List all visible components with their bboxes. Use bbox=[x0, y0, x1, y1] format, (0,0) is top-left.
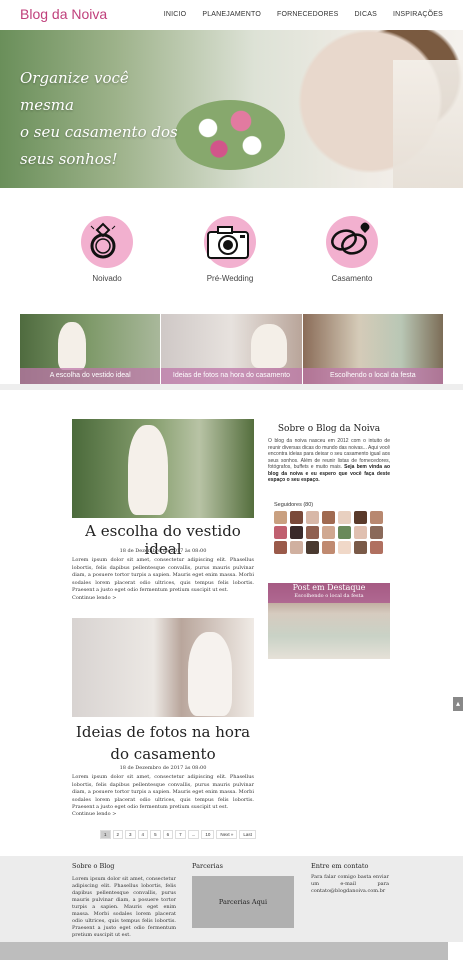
bride-figure bbox=[188, 632, 232, 716]
site-logo[interactable]: Blog da Noiva bbox=[20, 6, 107, 22]
follower-avatar[interactable] bbox=[354, 526, 367, 539]
featured-post-title: Post em Destaque bbox=[292, 583, 366, 592]
footer-contact-text: Para falar comigo basta enviar um e-mail… bbox=[311, 874, 389, 894]
post-image[interactable] bbox=[72, 419, 254, 518]
nav-dicas[interactable]: DICAS bbox=[355, 11, 377, 18]
hero-veil-image bbox=[393, 60, 463, 188]
bride-figure bbox=[128, 425, 168, 515]
category-casamento[interactable]: Casamento bbox=[312, 216, 392, 283]
bride-figure bbox=[58, 322, 86, 370]
section-divider bbox=[0, 384, 463, 390]
page-link[interactable]: 6 bbox=[162, 830, 174, 839]
sidebar-about: O blog da noiva nasceu em 2012 com o int… bbox=[268, 438, 390, 484]
followers-grid bbox=[274, 511, 384, 554]
nav-inspiracoes[interactable]: INSPIRAÇÕES bbox=[393, 11, 443, 18]
bouquet-image bbox=[175, 100, 285, 170]
category-label: Casamento bbox=[331, 274, 373, 283]
nav-planejamento[interactable]: PLANEJAMENTO bbox=[202, 11, 261, 18]
category-label: Pré-Wedding bbox=[206, 274, 254, 283]
follower-avatar[interactable] bbox=[274, 511, 287, 524]
thumb-caption: Escolhendo o local da festa bbox=[302, 368, 443, 384]
follower-avatar[interactable] bbox=[370, 526, 383, 539]
page-link[interactable]: Last bbox=[239, 830, 256, 839]
category-icons: Noivado Pré-Wedding Casamento bbox=[0, 188, 463, 314]
wedding-rings-icon bbox=[326, 216, 378, 268]
follower-avatar[interactable] bbox=[354, 541, 367, 554]
post-excerpt: Lorem ipsum dolor sit amet, consectetur … bbox=[72, 774, 254, 810]
featured-thumbnails: A escolha do vestido ideal Ideias de fot… bbox=[20, 314, 443, 384]
follower-avatar[interactable] bbox=[306, 541, 319, 554]
post-title-line: Ideias de fotos na hora bbox=[75, 723, 251, 741]
thumb-fotos[interactable]: Ideias de fotos na hora do casamento bbox=[161, 314, 302, 384]
continue-reading-link[interactable]: Continue lendo > bbox=[72, 595, 116, 601]
followers-label: Seguidores (80) bbox=[274, 502, 314, 508]
post-excerpt: Lorem ipsum dolor sit amet, consectetur … bbox=[72, 557, 254, 593]
scroll-up-icon[interactable]: ▴ bbox=[453, 697, 463, 711]
nav-fornecedores[interactable]: FORNECEDORES bbox=[277, 11, 339, 18]
page-link[interactable]: 5 bbox=[150, 830, 161, 839]
hero-line-2: o seu casamento dos bbox=[20, 123, 178, 141]
follower-avatar[interactable] bbox=[274, 541, 287, 554]
page-link[interactable]: 10 bbox=[201, 830, 215, 839]
footer-contact-title: Entre em contato bbox=[311, 862, 369, 870]
bride-figure bbox=[251, 324, 288, 368]
footer-about-text: Lorem ipsum dolor sit amet, consectetur … bbox=[72, 876, 176, 938]
featured-post[interactable]: Post em Destaque Escolhendo o local da f… bbox=[268, 583, 390, 659]
featured-post-subtitle: Escolhendo o local da festa bbox=[294, 593, 364, 599]
thumb-festa[interactable]: Escolhendo o local da festa bbox=[302, 314, 443, 384]
category-noivado[interactable]: Noivado bbox=[67, 216, 147, 283]
main-nav: INICIO PLANEJAMENTO FORNECEDORES DICAS I… bbox=[164, 11, 443, 18]
follower-avatar[interactable] bbox=[322, 511, 335, 524]
follower-avatar[interactable] bbox=[290, 526, 303, 539]
featured-post-header: Post em Destaque Escolhendo o local da f… bbox=[268, 583, 390, 603]
follower-avatar[interactable] bbox=[290, 541, 303, 554]
post-date: 18 de Dezembro de 2017 às 08:00 bbox=[119, 765, 207, 771]
hero-banner: Organize você mesma o seu casamento dos … bbox=[0, 30, 463, 188]
thumb-caption: A escolha do vestido ideal bbox=[20, 368, 161, 384]
post-image[interactable] bbox=[72, 618, 254, 717]
follower-avatar[interactable] bbox=[338, 541, 351, 554]
page-link[interactable]: 1 bbox=[100, 830, 111, 839]
footer-about-title: Sobre o Blog bbox=[72, 862, 115, 870]
partners-placeholder[interactable]: Parcerias Aqui bbox=[192, 876, 294, 928]
follower-avatar[interactable] bbox=[370, 541, 383, 554]
follower-avatar[interactable] bbox=[274, 526, 287, 539]
hero-headline: Organize você mesma o seu casamento dos … bbox=[20, 65, 180, 173]
page-link[interactable]: 4 bbox=[137, 830, 149, 839]
follower-avatar[interactable] bbox=[322, 541, 335, 554]
category-label: Noivado bbox=[92, 274, 122, 283]
page-link[interactable]: 2 bbox=[112, 830, 124, 839]
page-link[interactable]: ... bbox=[187, 830, 200, 839]
post-title-line: do casamento bbox=[110, 745, 216, 763]
continue-reading-link[interactable]: Continue lendo > bbox=[72, 811, 116, 817]
follower-avatar[interactable] bbox=[290, 511, 303, 524]
post-date: 18 de Dezembro de 2017 às 08:00 bbox=[119, 548, 207, 554]
footer-partners-title: Parcerias bbox=[192, 862, 223, 870]
top-navbar: Blog da Noiva INICIO PLANEJAMENTO FORNEC… bbox=[0, 0, 463, 30]
follower-avatar[interactable] bbox=[370, 511, 383, 524]
thumb-caption: Ideias de fotos na hora do casamento bbox=[161, 368, 302, 384]
footer: Sobre o Blog Lorem ipsum dolor sit amet,… bbox=[0, 856, 463, 942]
follower-avatar[interactable] bbox=[322, 526, 335, 539]
page-link[interactable]: 7 bbox=[175, 830, 186, 839]
follower-avatar[interactable] bbox=[338, 511, 351, 524]
camera-icon bbox=[204, 216, 256, 268]
hero-line-3: seus sonhos! bbox=[20, 150, 118, 168]
category-pre-wedding[interactable]: Pré-Wedding bbox=[190, 216, 270, 283]
page-link[interactable]: 3 bbox=[125, 830, 136, 839]
bottom-bar bbox=[0, 942, 448, 960]
page-link[interactable]: Next » bbox=[216, 830, 238, 839]
follower-avatar[interactable] bbox=[306, 526, 319, 539]
thumb-vestido[interactable]: A escolha do vestido ideal bbox=[20, 314, 161, 384]
follower-avatar[interactable] bbox=[306, 511, 319, 524]
follower-avatar[interactable] bbox=[354, 511, 367, 524]
follower-avatar[interactable] bbox=[338, 526, 351, 539]
nav-inicio[interactable]: INICIO bbox=[164, 11, 187, 18]
hero-line-1: Organize você mesma bbox=[20, 69, 129, 114]
post-title[interactable]: Ideias de fotos na hora do casamento bbox=[72, 721, 254, 765]
sidebar-title: Sobre o Blog da Noiva bbox=[277, 424, 381, 434]
ring-icon bbox=[81, 216, 133, 268]
pagination: 1 2 3 4 5 6 7... 10 Next » Last bbox=[100, 830, 256, 839]
